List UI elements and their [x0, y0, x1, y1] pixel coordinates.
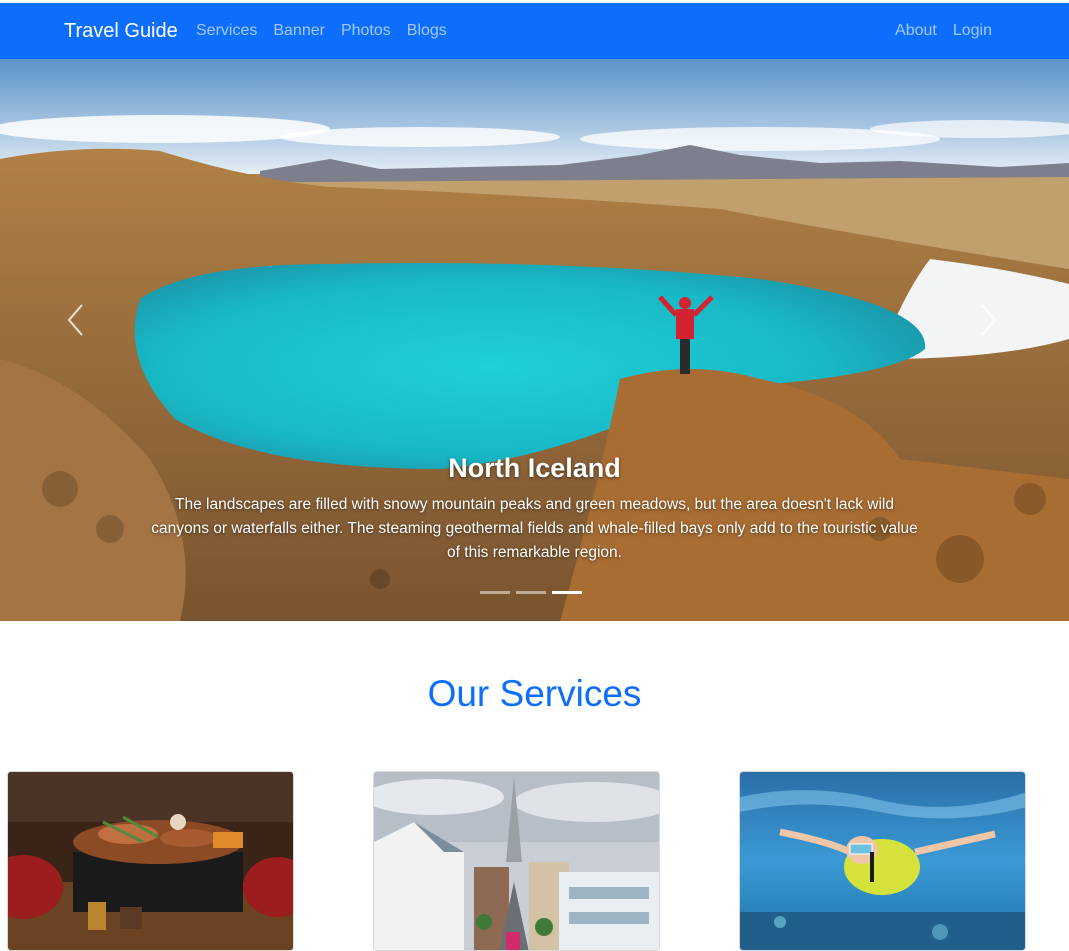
service-card[interactable] [373, 771, 660, 951]
slide-title: North Iceland [448, 453, 621, 483]
carousel-indicator-3[interactable] [552, 591, 582, 594]
nav-left-links: Services Banner Photos Blogs [196, 21, 447, 41]
city-street-church-image [374, 772, 659, 950]
nav-right-links: About Login [895, 21, 992, 41]
nav-link-login[interactable]: Login [953, 21, 992, 41]
snorkeling-image [740, 772, 1025, 950]
carousel-indicator-1[interactable] [480, 591, 510, 594]
chevron-left-icon [67, 304, 83, 336]
carousel-next-button[interactable] [968, 295, 1008, 345]
carousel-caption: North Iceland The landscapes are filled … [150, 451, 919, 565]
nav-link-about[interactable]: About [895, 21, 937, 41]
nav-link-photos[interactable]: Photos [341, 21, 391, 41]
carousel-prev-button[interactable] [56, 295, 96, 345]
service-card[interactable] [739, 771, 1026, 951]
carousel-indicator-2[interactable] [516, 591, 546, 594]
slide-text: The landscapes are filled with snowy mou… [151, 496, 918, 561]
nav-link-blogs[interactable]: Blogs [407, 21, 447, 41]
brand-link[interactable]: Travel Guide [64, 19, 178, 43]
grilled-food-image [8, 772, 293, 950]
nav-link-services[interactable]: Services [196, 21, 257, 41]
service-card[interactable] [7, 771, 294, 951]
navbar: Travel Guide Services Banner Photos Blog… [0, 3, 1069, 59]
nav-link-banner[interactable]: Banner [273, 21, 325, 41]
services-heading: Our Services [427, 673, 642, 714]
carousel-indicators [480, 591, 582, 594]
hero-carousel: North Iceland The landscapes are filled … [0, 59, 1069, 621]
chevron-right-icon [981, 304, 997, 336]
